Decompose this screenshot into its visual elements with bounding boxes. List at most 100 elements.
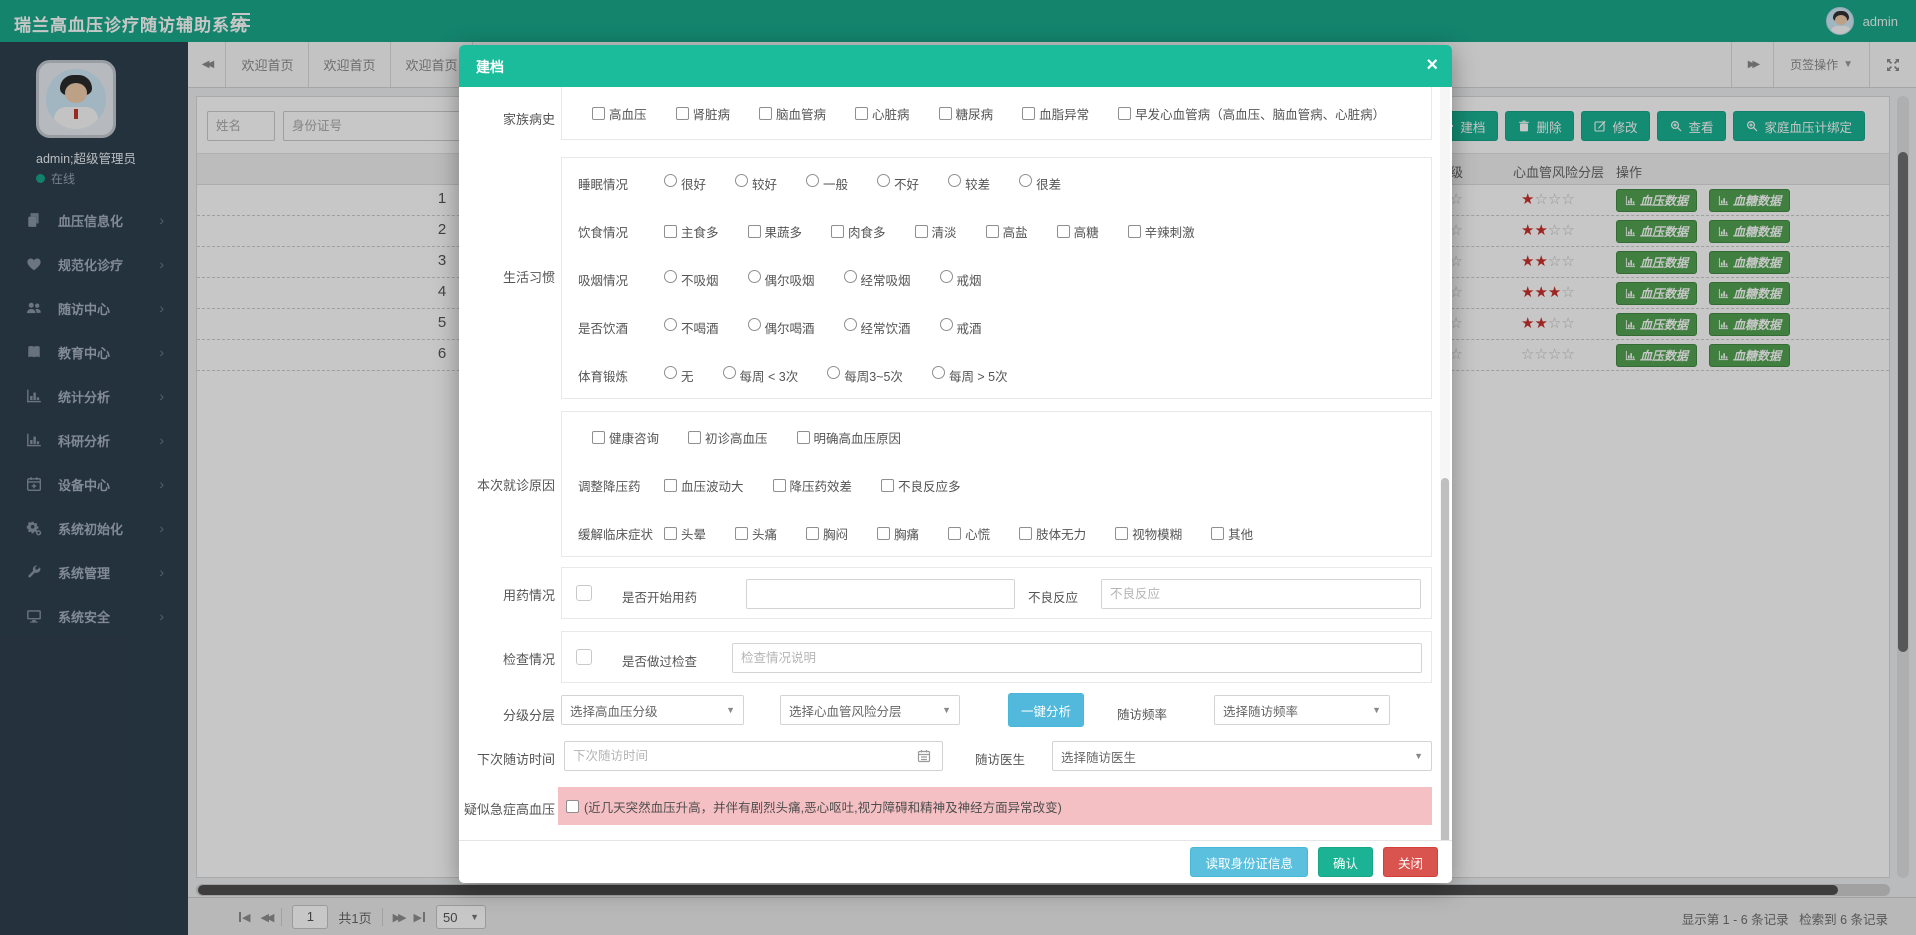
checkbox-icon[interactable] (797, 431, 810, 444)
close-button[interactable]: 关闭 (1383, 847, 1438, 877)
checkbox-option-其他[interactable]: 其他 (1211, 524, 1253, 543)
radio-option-经常吸烟[interactable]: 经常吸烟 (844, 270, 911, 289)
checkbox-option-高血压[interactable]: 高血压 (592, 104, 647, 123)
checkbox-icon[interactable] (664, 527, 677, 540)
radio-option-戒烟[interactable]: 戒烟 (940, 270, 982, 289)
checkbox-icon[interactable] (592, 107, 605, 120)
radio-option-偶尔吸烟[interactable]: 偶尔吸烟 (748, 270, 815, 289)
radio-icon[interactable] (806, 174, 819, 187)
checkbox-option-心慌[interactable]: 心慌 (948, 524, 990, 543)
emergency-checkbox[interactable] (566, 800, 579, 813)
checkbox-icon[interactable] (877, 527, 890, 540)
checkbox-icon[interactable] (664, 225, 677, 238)
checkbox-icon[interactable] (939, 107, 952, 120)
hypertension-grade-select[interactable]: 选择高血压分级▼ (561, 695, 744, 725)
one-click-analyze-button[interactable]: 一键分析 (1008, 693, 1084, 727)
checkbox-option-胸痛[interactable]: 胸痛 (877, 524, 919, 543)
calendar-icon[interactable] (917, 749, 931, 763)
checkbox-option-果蔬多[interactable]: 果蔬多 (748, 222, 803, 241)
checkbox-option-肢体无力[interactable]: 肢体无力 (1019, 524, 1086, 543)
radio-icon[interactable] (877, 174, 890, 187)
cardio-risk-select[interactable]: 选择心血管风险分层▼ (780, 695, 960, 725)
checkbox-option-头痛[interactable]: 头痛 (735, 524, 777, 543)
checkbox-icon[interactable] (773, 479, 786, 492)
checkbox-option-脑血管病[interactable]: 脑血管病 (759, 104, 826, 123)
checkbox-icon[interactable] (881, 479, 894, 492)
checkbox-option-初诊高血压[interactable]: 初诊高血压 (688, 428, 768, 447)
radio-icon[interactable] (1019, 174, 1032, 187)
checkbox-option-降压药效差[interactable]: 降压药效差 (773, 476, 853, 495)
radio-option-每周3~5次[interactable]: 每周3~5次 (827, 366, 903, 385)
radio-icon[interactable] (827, 366, 840, 379)
radio-icon[interactable] (748, 318, 761, 331)
confirm-button[interactable]: 确认 (1318, 847, 1373, 877)
checkbox-option-早发心血管病（高血压、脑血管病、心脏病）[interactable]: 早发心血管病（高血压、脑血管病、心脏病） (1118, 104, 1385, 123)
checkbox-option-血脂异常[interactable]: 血脂异常 (1022, 104, 1089, 123)
followup-doctor-select[interactable]: 选择随访医生▼ (1052, 741, 1432, 771)
radio-icon[interactable] (664, 366, 677, 379)
radio-icon[interactable] (735, 174, 748, 187)
checkbox-icon[interactable] (831, 225, 844, 238)
radio-icon[interactable] (940, 270, 953, 283)
checkbox-icon[interactable] (806, 527, 819, 540)
radio-option-很差[interactable]: 很差 (1019, 174, 1061, 193)
radio-icon[interactable] (940, 318, 953, 331)
radio-icon[interactable] (844, 270, 857, 283)
medication-checkbox[interactable] (576, 585, 592, 601)
radio-option-偶尔喝酒[interactable]: 偶尔喝酒 (748, 318, 815, 337)
checkbox-icon[interactable] (1128, 225, 1141, 238)
checkbox-option-心脏病[interactable]: 心脏病 (855, 104, 910, 123)
examination-checkbox[interactable] (576, 649, 592, 665)
radio-option-一般[interactable]: 一般 (806, 174, 848, 193)
checkbox-icon[interactable] (592, 431, 605, 444)
checkbox-icon[interactable] (688, 431, 701, 444)
checkbox-icon[interactable] (986, 225, 999, 238)
checkbox-option-主食多[interactable]: 主食多 (664, 222, 719, 241)
radio-icon[interactable] (723, 366, 736, 379)
checkbox-icon[interactable] (948, 527, 961, 540)
medication-input[interactable] (746, 579, 1015, 609)
radio-option-每周 > 5次[interactable]: 每周 > 5次 (932, 366, 1008, 385)
checkbox-icon[interactable] (748, 225, 761, 238)
checkbox-icon[interactable] (735, 527, 748, 540)
checkbox-option-辛辣刺激[interactable]: 辛辣刺激 (1128, 222, 1195, 241)
checkbox-option-血压波动大[interactable]: 血压波动大 (664, 476, 744, 495)
checkbox-icon[interactable] (855, 107, 868, 120)
checkbox-option-胸闷[interactable]: 胸闷 (806, 524, 848, 543)
checkbox-option-肉食多[interactable]: 肉食多 (831, 222, 886, 241)
radio-icon[interactable] (932, 366, 945, 379)
checkbox-option-糖尿病[interactable]: 糖尿病 (939, 104, 994, 123)
radio-option-不吸烟[interactable]: 不吸烟 (664, 270, 719, 289)
checkbox-option-不良反应多[interactable]: 不良反应多 (881, 476, 961, 495)
checkbox-icon[interactable] (759, 107, 772, 120)
radio-option-不好[interactable]: 不好 (877, 174, 919, 193)
radio-option-很好[interactable]: 很好 (664, 174, 706, 193)
checkbox-option-视物模糊[interactable]: 视物模糊 (1115, 524, 1182, 543)
checkbox-icon[interactable] (664, 479, 677, 492)
radio-icon[interactable] (664, 174, 677, 187)
radio-icon[interactable] (844, 318, 857, 331)
checkbox-icon[interactable] (1118, 107, 1131, 120)
checkbox-option-高盐[interactable]: 高盐 (986, 222, 1028, 241)
radio-option-较差[interactable]: 较差 (948, 174, 990, 193)
checkbox-option-清淡[interactable]: 清淡 (915, 222, 957, 241)
adverse-reaction-input[interactable] (1101, 579, 1421, 609)
next-visit-date-input[interactable] (564, 741, 943, 771)
radio-icon[interactable] (948, 174, 961, 187)
radio-option-较好[interactable]: 较好 (735, 174, 777, 193)
checkbox-option-高糖[interactable]: 高糖 (1057, 222, 1099, 241)
radio-icon[interactable] (664, 318, 677, 331)
radio-option-每周 < 3次[interactable]: 每周 < 3次 (723, 366, 799, 385)
radio-option-不喝酒[interactable]: 不喝酒 (664, 318, 719, 337)
modal-scrollbar-thumb[interactable] (1441, 478, 1449, 845)
radio-option-无[interactable]: 无 (664, 366, 694, 385)
radio-icon[interactable] (748, 270, 761, 283)
checkbox-option-肾脏病[interactable]: 肾脏病 (676, 104, 731, 123)
radio-option-经常饮酒[interactable]: 经常饮酒 (844, 318, 911, 337)
close-icon[interactable]: × (1426, 53, 1438, 77)
checkbox-option-明确高血压原因[interactable]: 明确高血压原因 (797, 428, 902, 447)
followup-frequency-select[interactable]: 选择随访频率▼ (1214, 695, 1390, 725)
checkbox-icon[interactable] (1019, 527, 1032, 540)
checkbox-option-健康咨询[interactable]: 健康咨询 (592, 428, 659, 447)
checkbox-option-头晕[interactable]: 头晕 (664, 524, 706, 543)
